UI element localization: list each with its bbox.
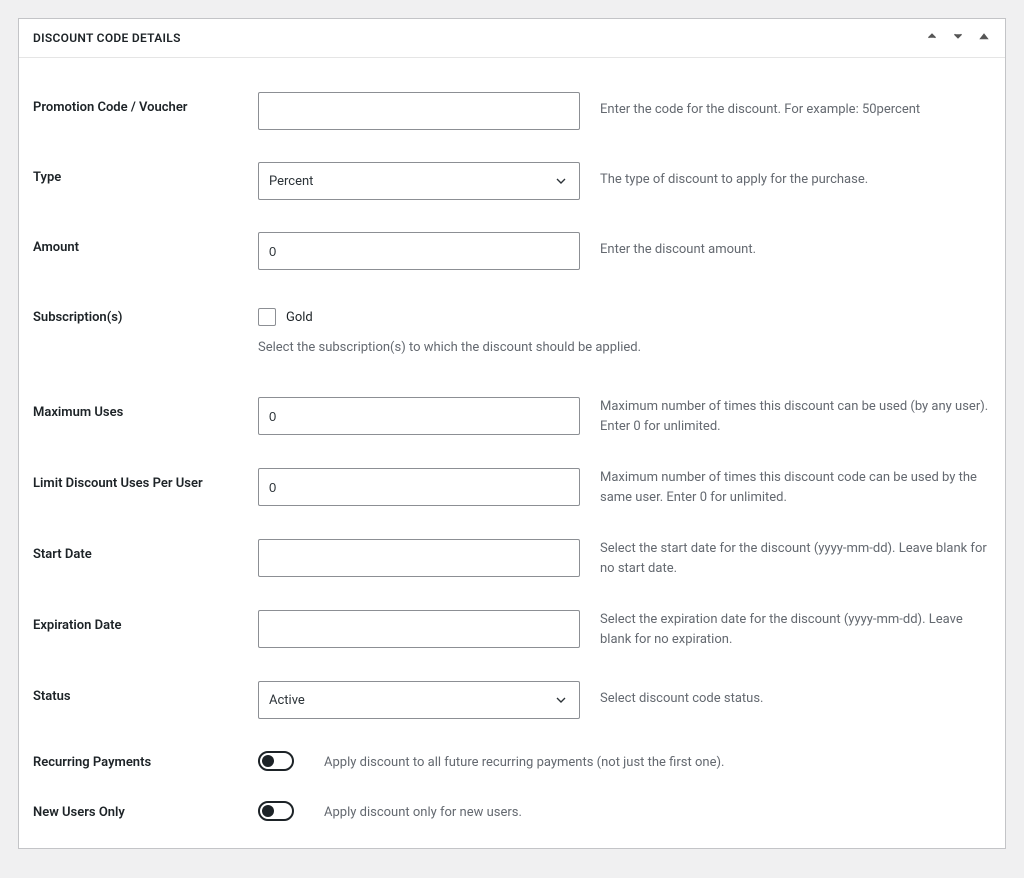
- panel-header: DISCOUNT CODE DETAILS: [19, 19, 1005, 58]
- help-type: The type of discount to apply for the pu…: [580, 162, 991, 190]
- subscription-gold-label: Gold: [286, 310, 313, 325]
- label-max-uses: Maximum Uses: [33, 397, 258, 420]
- row-max-uses: Maximum Uses Maximum number of times thi…: [33, 355, 991, 446]
- row-limit-per-user: Limit Discount Uses Per User Maximum num…: [33, 446, 991, 517]
- help-subscriptions: Select the subscription(s) to which the …: [258, 340, 991, 355]
- help-new-users: Apply discount only for new users.: [304, 797, 991, 823]
- help-status: Select discount code status.: [580, 681, 991, 709]
- label-limit-per-user: Limit Discount Uses Per User: [33, 468, 258, 491]
- label-promo-code: Promotion Code / Voucher: [33, 92, 258, 115]
- chevron-down-icon[interactable]: [951, 29, 965, 47]
- chevron-down-icon: [553, 692, 569, 708]
- max-uses-input[interactable]: [258, 397, 580, 435]
- label-subscriptions: Subscription(s): [33, 302, 258, 325]
- limit-per-user-input[interactable]: [258, 468, 580, 506]
- row-promo-code: Promotion Code / Voucher Enter the code …: [33, 70, 991, 140]
- label-expiration-date: Expiration Date: [33, 610, 258, 633]
- row-expiration-date: Expiration Date Select the expiration da…: [33, 588, 991, 659]
- chevron-up-icon[interactable]: [925, 29, 939, 47]
- panel-controls: [925, 29, 991, 47]
- help-max-uses: Maximum number of times this discount ca…: [580, 397, 991, 436]
- new-users-toggle[interactable]: [258, 801, 294, 821]
- label-new-users: New Users Only: [33, 797, 258, 820]
- row-recurring: Recurring Payments Apply discount to all…: [33, 729, 991, 779]
- help-recurring: Apply discount to all future recurring p…: [304, 747, 991, 773]
- help-limit-per-user: Maximum number of times this discount co…: [580, 468, 991, 507]
- chevron-down-icon: [553, 173, 569, 189]
- help-promo-code: Enter the code for the discount. For exa…: [580, 92, 991, 120]
- recurring-toggle[interactable]: [258, 751, 294, 771]
- start-date-input[interactable]: [258, 539, 580, 577]
- status-select[interactable]: Active: [258, 681, 580, 719]
- row-type: Type Percent The type of discount to app…: [33, 140, 991, 210]
- row-new-users: New Users Only Apply discount only for n…: [33, 779, 991, 829]
- help-expiration-date: Select the expiration date for the disco…: [580, 610, 991, 649]
- promo-code-input[interactable]: [258, 92, 580, 130]
- status-selected-value: Active: [269, 693, 305, 708]
- type-select[interactable]: Percent: [258, 162, 580, 200]
- row-subscriptions: Subscription(s) Gold Select the subscrip…: [33, 280, 991, 355]
- label-recurring: Recurring Payments: [33, 747, 258, 770]
- label-status: Status: [33, 681, 258, 704]
- row-amount: Amount Enter the discount amount.: [33, 210, 991, 280]
- label-type: Type: [33, 162, 258, 185]
- amount-input[interactable]: [258, 232, 580, 270]
- label-amount: Amount: [33, 232, 258, 255]
- row-status: Status Active Select discount code statu…: [33, 659, 991, 729]
- panel-body: Promotion Code / Voucher Enter the code …: [19, 58, 1005, 848]
- panel-title: DISCOUNT CODE DETAILS: [33, 31, 181, 45]
- label-start-date: Start Date: [33, 539, 258, 562]
- type-selected-value: Percent: [269, 174, 313, 189]
- collapse-icon[interactable]: [977, 29, 991, 47]
- discount-code-panel: DISCOUNT CODE DETAILS Promotion Code / V…: [18, 18, 1006, 849]
- expiration-date-input[interactable]: [258, 610, 580, 648]
- row-start-date: Start Date Select the start date for the…: [33, 517, 991, 588]
- help-amount: Enter the discount amount.: [580, 232, 991, 260]
- help-start-date: Select the start date for the discount (…: [580, 539, 991, 578]
- subscription-gold-checkbox[interactable]: [258, 308, 276, 326]
